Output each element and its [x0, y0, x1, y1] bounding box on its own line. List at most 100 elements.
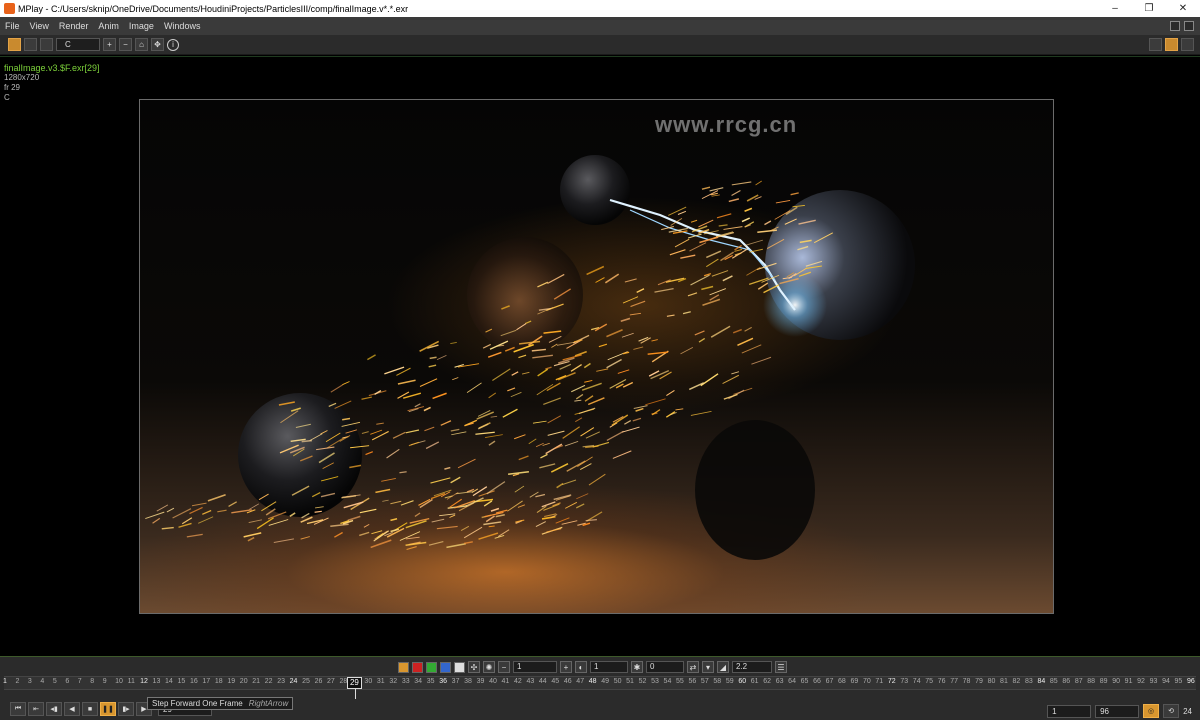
spark	[425, 441, 440, 450]
close-button[interactable]: ✕	[1166, 0, 1200, 17]
grid-icon[interactable]	[1149, 38, 1162, 51]
timeline-tick: 35	[426, 678, 435, 685]
spark	[694, 330, 705, 336]
spark	[485, 515, 496, 523]
info-icon[interactable]: i	[167, 38, 179, 51]
timeline-tick: 52	[638, 678, 647, 685]
spark	[532, 420, 547, 424]
spark	[675, 408, 684, 411]
menu-file[interactable]: File	[0, 21, 25, 31]
menu-windows[interactable]: Windows	[159, 21, 206, 31]
current-frame-marker[interactable]: 29	[346, 677, 362, 689]
compare-icon[interactable]	[24, 38, 37, 51]
settings-icon[interactable]: ✺	[483, 661, 495, 673]
playhead[interactable]	[354, 689, 356, 699]
menu-anim[interactable]: Anim	[93, 21, 124, 31]
curve-icon[interactable]: ◢	[717, 661, 729, 673]
decrement-icon[interactable]: −	[498, 661, 510, 673]
spark	[674, 238, 690, 248]
timeline-tick: 14	[165, 678, 173, 685]
spark	[632, 417, 642, 422]
lut-gamma-field[interactable]: 2.2	[732, 661, 772, 673]
spark	[731, 371, 740, 375]
menu-image[interactable]: Image	[124, 21, 159, 31]
frame-value-field[interactable]: 1	[513, 661, 557, 673]
timeline-tick: 85	[1049, 678, 1058, 685]
gamma-field[interactable]: 1	[590, 661, 628, 673]
spark	[595, 277, 605, 283]
spark	[537, 368, 549, 377]
timeline-tick: 23	[277, 678, 285, 685]
spark	[535, 442, 544, 448]
range-end-field[interactable]: 96	[1095, 704, 1140, 718]
spark	[550, 462, 569, 473]
range-start-field[interactable]: 1	[1047, 704, 1092, 718]
menu-icon[interactable]: ☰	[775, 661, 787, 673]
play-reverse-button[interactable]: ◀	[64, 702, 80, 716]
image-info-overlay: finalImage.v3.$F.exr[29] 1280x720 fr 29 …	[4, 63, 100, 103]
spark	[709, 288, 727, 296]
timeline-tick: 75	[925, 678, 934, 685]
lut-dropdown-icon[interactable]: ▾	[702, 661, 714, 673]
spark	[744, 239, 763, 246]
zoom-in-icon[interactable]: +	[103, 38, 116, 51]
timeline-tick: 20	[239, 678, 248, 685]
offset-icon[interactable]: ✱	[631, 661, 643, 673]
color-red-icon[interactable]	[412, 661, 423, 673]
display-icon[interactable]	[40, 38, 53, 51]
color-rgb-icon[interactable]	[398, 661, 409, 673]
color-green-icon[interactable]	[426, 661, 437, 673]
loop-icon[interactable]: ⟲	[1163, 704, 1180, 718]
step-back-button[interactable]: ◂▮	[46, 702, 62, 716]
channel-select[interactable]: C	[56, 38, 100, 51]
zoom-out-icon[interactable]: −	[119, 38, 132, 51]
minimize-button[interactable]: –	[1098, 0, 1132, 17]
frame-all-icon[interactable]: ✥	[151, 38, 164, 51]
spark	[342, 381, 350, 386]
timeline-tick: 80	[987, 678, 996, 685]
step-forward-button[interactable]: ▮▸	[118, 702, 134, 716]
stop-button[interactable]: ■	[82, 702, 98, 716]
frame-range: 1 96 ◎ ⟲ 24	[1047, 704, 1192, 718]
timeline-tick: 4	[40, 678, 45, 685]
tile-icon[interactable]	[1181, 38, 1194, 51]
spark	[511, 371, 519, 376]
timeline-tick: 40	[489, 678, 497, 685]
spark	[689, 242, 707, 252]
increment-icon[interactable]: +	[560, 661, 572, 673]
jump-back-button[interactable]: ⇤	[28, 702, 44, 716]
spark	[744, 207, 753, 213]
timeline-tick: 15	[177, 678, 186, 685]
go-to-start-button[interactable]: ⏮	[10, 702, 26, 716]
layout-single-icon[interactable]	[1170, 21, 1180, 31]
spark	[400, 500, 414, 506]
home-icon[interactable]: ⌂	[135, 38, 148, 51]
realtime-icon[interactable]: ◎	[1143, 704, 1160, 718]
spark	[424, 426, 435, 432]
checker-icon[interactable]	[1165, 38, 1178, 51]
timeline-tick: 55	[676, 678, 684, 685]
spark	[483, 500, 493, 507]
menu-render[interactable]: Render	[54, 21, 94, 31]
spark	[466, 382, 482, 393]
scopes-icon[interactable]: ✣	[468, 661, 480, 673]
color-blue-icon[interactable]	[440, 661, 451, 673]
spark	[156, 504, 169, 512]
timeline-bar[interactable]: 1 2 3 4 5 6 7 8 9 10 11 12 13 14 15 16 17 18 19 20 21 22 23 24 2…	[3, 676, 1196, 699]
spark	[198, 516, 214, 524]
layout-split-icon[interactable]	[1184, 21, 1194, 31]
color-alpha-icon[interactable]	[454, 661, 465, 673]
timeline-tick: 32	[389, 678, 398, 685]
maximize-button[interactable]: ❐	[1132, 0, 1166, 17]
view-mode-icon[interactable]	[8, 38, 21, 51]
spark	[249, 503, 260, 510]
gamma-icon[interactable]: ◐	[575, 661, 587, 673]
pause-button[interactable]: ❚❚	[100, 702, 116, 716]
lut-icon[interactable]: ⇄	[687, 661, 699, 673]
image-viewer[interactable]: finalImage.v3.$F.exr[29] 1280x720 fr 29 …	[0, 56, 1200, 656]
timeline-tick: 96	[1187, 678, 1195, 685]
offset-field[interactable]: 0	[646, 661, 684, 673]
menu-view[interactable]: View	[25, 21, 54, 31]
spark	[452, 377, 459, 381]
timeline-tick: 67	[825, 678, 834, 685]
